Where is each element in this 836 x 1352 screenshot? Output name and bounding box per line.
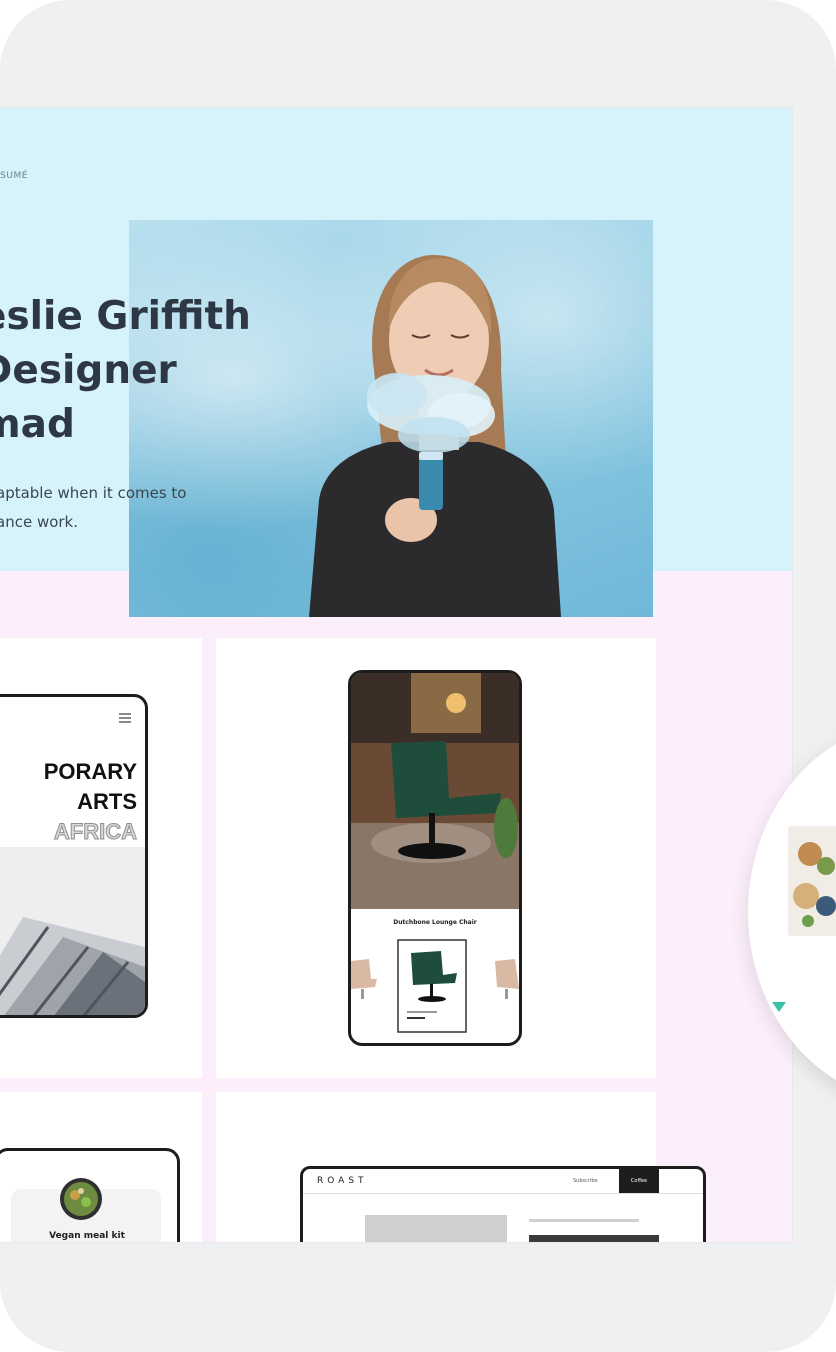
arts-line-3: AFRICA <box>53 819 137 845</box>
hero-desc-line-2: ance work. <box>0 513 79 531</box>
project-card-roast[interactable]: ROAST Subscribe Coffee <box>216 1092 706 1242</box>
hero-title: eslie Griffith Designer mad <box>0 290 280 452</box>
chair-thumbnail[interactable] <box>397 939 467 1033</box>
roast-logo: ROAST <box>317 1176 368 1186</box>
roast-coffee-button[interactable]: Coffee <box>619 1169 659 1193</box>
roast-product-heading <box>529 1235 659 1242</box>
hamburger-menu-icon <box>119 713 131 723</box>
chair-thumbnail-right[interactable] <box>491 953 519 1003</box>
hero-description: aptable when it comes to ance work. <box>0 479 246 537</box>
arts-line-1: PORARY <box>43 759 137 784</box>
device-frame: ESUMÉ <box>0 0 836 1352</box>
desktop-mockup-roast: ROAST Subscribe Coffee <box>300 1166 706 1242</box>
hero-title-line-3: mad <box>0 402 75 447</box>
hero-title-line-1: eslie Griffith <box>0 294 251 339</box>
roast-product-image <box>365 1215 507 1242</box>
meal-product-title: Vegan meal kit <box>49 1231 125 1241</box>
teal-accent-icon <box>772 1002 786 1012</box>
chair-product-title: Dutchbone Lounge Chair <box>393 919 477 926</box>
portfolio-page: ESUMÉ <box>0 108 792 1242</box>
hero-title-line-2: Designer <box>0 348 177 393</box>
hero-desc-line-1: aptable when it comes to <box>0 484 187 502</box>
phone-mockup-chair: Dutchbone Lounge Chair <box>348 670 522 1046</box>
resume-nav-link[interactable]: ESUMÉ <box>0 171 28 181</box>
food-plate-image <box>788 826 836 936</box>
phone-mockup-arts: PORARY ARTS AFRICA <box>0 694 148 1018</box>
roast-subscribe-link[interactable]: Subscribe <box>573 1178 598 1184</box>
project-card-arts[interactable]: PORARY ARTS AFRICA <box>0 638 202 1078</box>
phone-mockup-meal: Vegan meal kit <box>0 1148 180 1242</box>
arts-heading: PORARY ARTS AFRICA <box>43 757 138 847</box>
project-card-meal[interactable]: Vegan meal kit <box>0 1092 202 1242</box>
roast-header: ROAST Subscribe Coffee <box>303 1169 703 1194</box>
roast-product-meta <box>529 1219 639 1222</box>
chair-room-image <box>351 673 519 909</box>
salad-bowl-icon <box>60 1178 102 1220</box>
chair-thumbnail-left[interactable] <box>351 953 379 1003</box>
project-card-chair[interactable]: Dutchbone Lounge Chair <box>216 638 656 1078</box>
arts-line-2: ARTS <box>77 789 137 814</box>
architecture-image <box>0 847 145 1015</box>
